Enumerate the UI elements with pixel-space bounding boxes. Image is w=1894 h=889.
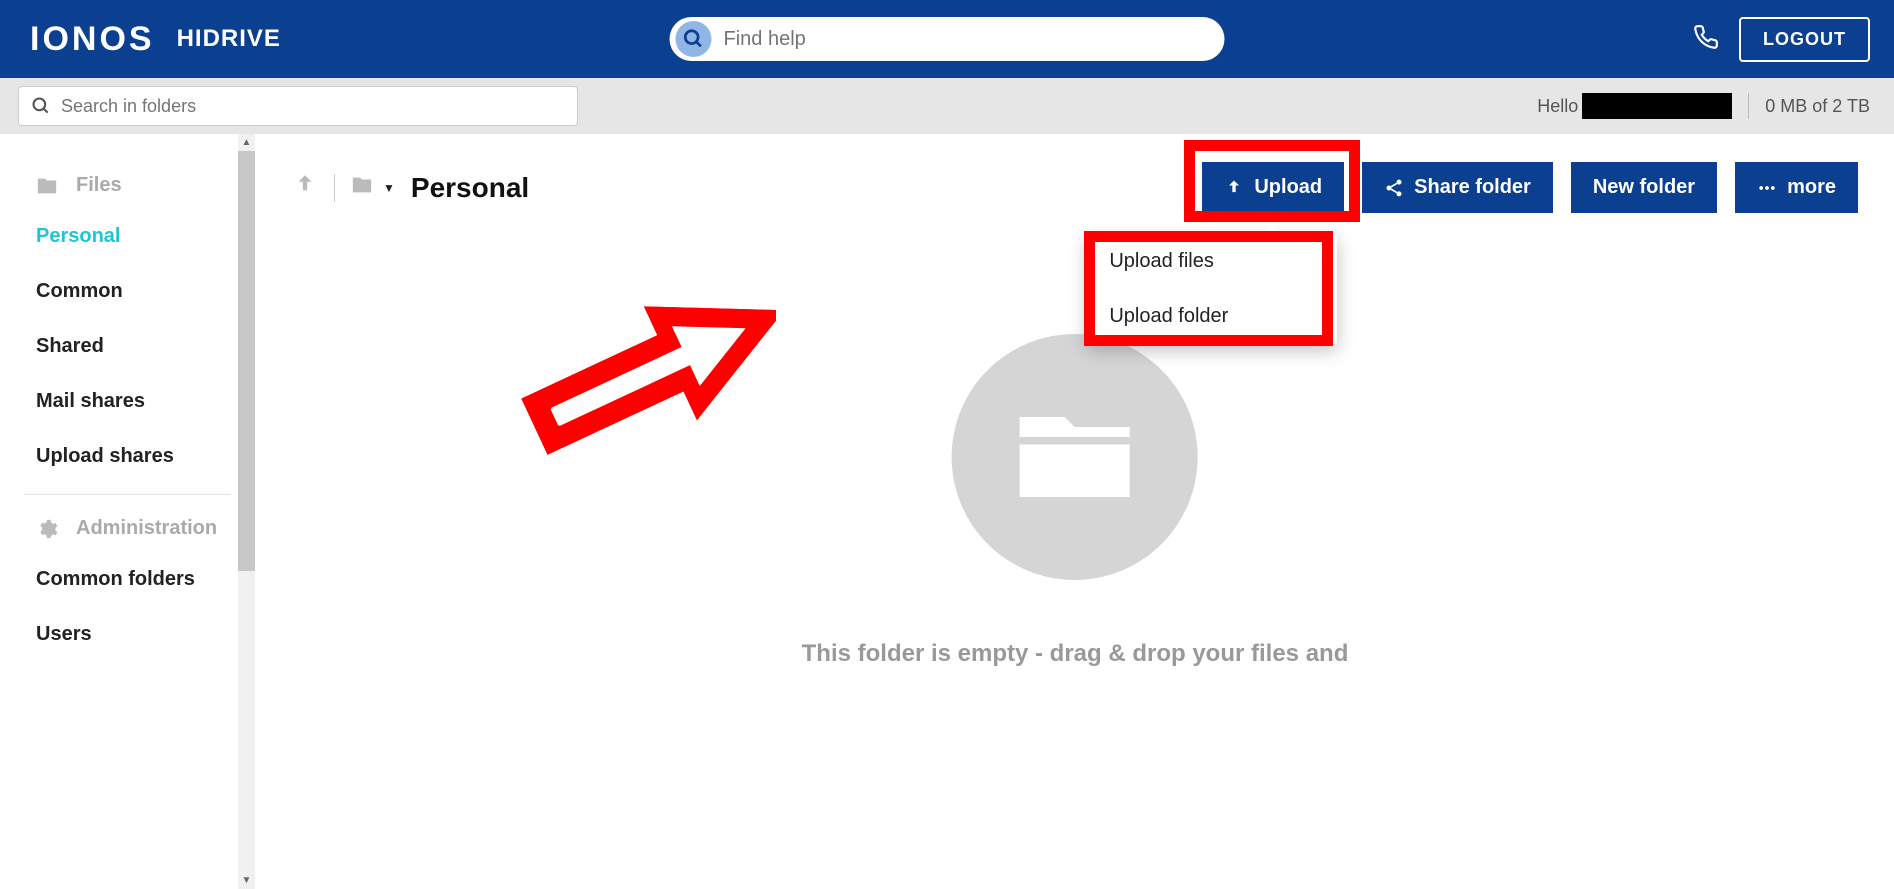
search-icon: [31, 96, 51, 116]
sidebar-admin-label: Administration: [76, 517, 217, 540]
empty-message: This folder is empty - drag & drop your …: [802, 640, 1349, 668]
dropdown-upload-folder[interactable]: Upload folder: [1087, 289, 1337, 344]
action-buttons: Upload Upload files Upload folder Share …: [1202, 162, 1858, 213]
logout-button[interactable]: LOGOUT: [1739, 17, 1870, 62]
phone-icon[interactable]: [1693, 24, 1719, 55]
sidebar: Files Personal Common Shared Mail shares…: [0, 134, 256, 889]
breadcrumb-row: ▼ Personal Upload Upload files Upload fo…: [292, 162, 1858, 213]
brand-logo: IONOS: [30, 20, 155, 59]
folder-search-input[interactable]: [61, 96, 565, 117]
sidebar-item-common[interactable]: Common: [0, 264, 255, 319]
gear-icon: [36, 518, 58, 540]
newfolder-label: New folder: [1593, 176, 1695, 199]
divider: [334, 174, 335, 202]
sidebar-item-common-folders[interactable]: Common folders: [0, 552, 255, 607]
more-icon: [1757, 178, 1777, 198]
more-button[interactable]: more: [1735, 162, 1858, 213]
scroll-down-icon[interactable]: ▼: [238, 872, 255, 889]
sidebar-files-label: Files: [76, 174, 122, 197]
upload-dropdown: Upload files Upload folder: [1087, 234, 1337, 344]
share-folder-button[interactable]: Share folder: [1362, 162, 1553, 213]
new-folder-button[interactable]: New folder: [1571, 162, 1717, 213]
folder-search[interactable]: [18, 86, 578, 126]
upload-label: Upload: [1254, 176, 1322, 199]
search-icon: [676, 21, 712, 57]
more-label: more: [1787, 176, 1836, 199]
sidebar-scrollbar[interactable]: ▲ ▼: [238, 134, 255, 889]
empty-folder-icon: [952, 334, 1198, 580]
sidebar-item-mail-shares[interactable]: Mail shares: [0, 374, 255, 429]
up-level-icon[interactable]: [292, 172, 318, 203]
sidebar-item-shared[interactable]: Shared: [0, 319, 255, 374]
folder-icon: [36, 175, 58, 197]
sub-header: Hello 0 MB of 2 TB: [0, 78, 1894, 134]
divider: [1748, 93, 1749, 119]
sidebar-item-personal[interactable]: Personal: [0, 209, 255, 264]
top-header: IONOS HIDRIVE LOGOUT: [0, 0, 1894, 78]
main-layout: Files Personal Common Shared Mail shares…: [0, 134, 1894, 889]
upload-button[interactable]: Upload: [1202, 162, 1344, 213]
share-icon: [1384, 178, 1404, 198]
help-search-input[interactable]: [724, 28, 1213, 51]
upload-button-wrap: Upload Upload files Upload folder: [1202, 162, 1344, 213]
sidebar-item-users[interactable]: Users: [0, 607, 255, 662]
breadcrumb-title: Personal: [411, 172, 529, 204]
chevron-down-icon[interactable]: ▼: [383, 181, 395, 195]
sidebar-section-files[interactable]: Files: [0, 162, 255, 209]
sidebar-divider: [24, 494, 231, 495]
empty-state: This folder is empty - drag & drop your …: [802, 334, 1349, 668]
upload-icon: [1224, 178, 1244, 198]
content-area: ▼ Personal Upload Upload files Upload fo…: [256, 134, 1894, 889]
subheader-status: Hello 0 MB of 2 TB: [1537, 93, 1870, 119]
greeting-text: Hello: [1537, 96, 1578, 117]
scroll-up-icon[interactable]: ▲: [238, 134, 255, 151]
dropdown-upload-files[interactable]: Upload files: [1087, 234, 1337, 289]
annotation-arrow-icon: [476, 279, 776, 489]
share-label: Share folder: [1414, 176, 1531, 199]
storage-text: 0 MB of 2 TB: [1765, 96, 1870, 117]
folder-icon[interactable]: [351, 174, 373, 201]
help-search[interactable]: [670, 17, 1225, 61]
sidebar-section-admin[interactable]: Administration: [0, 505, 255, 552]
app-name: HIDRIVE: [177, 25, 281, 53]
sidebar-item-upload-shares[interactable]: Upload shares: [0, 429, 255, 484]
scroll-thumb[interactable]: [238, 151, 255, 571]
help-search-wrap: [670, 17, 1225, 61]
redacted-username: [1582, 93, 1732, 119]
header-right: LOGOUT: [1693, 17, 1870, 62]
